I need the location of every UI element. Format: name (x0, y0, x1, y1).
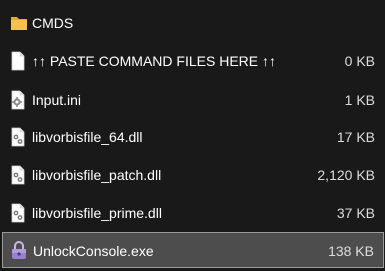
file-row-libvorbisfile-patch-dll[interactable]: libvorbisfile_patch.dll 2,120 KB (0, 157, 385, 193)
settings-document-icon (10, 90, 26, 110)
file-row-unlockconsole-exe[interactable]: UnlockConsole.exe 138 KB (2, 232, 384, 268)
folder-icon (10, 13, 27, 33)
file-size: 138 KB (328, 243, 374, 259)
blank-document-icon (10, 51, 26, 71)
file-name: libvorbisfile_prime.dll (32, 205, 162, 221)
file-row-paste-command-files[interactable]: ↑↑ PASTE COMMAND FILES HERE ↑↑ 0 KB (0, 43, 385, 79)
file-list: CMDS ↑↑ PASTE COMMAND FILES HERE ↑↑ 0 KB (0, 0, 385, 271)
file-row-input-ini[interactable]: Input.ini 1 KB (0, 82, 385, 118)
file-size: 37 KB (336, 205, 375, 221)
file-size: 0 KB (344, 53, 375, 69)
file-name: libvorbisfile_64.dll (32, 129, 143, 145)
file-row-libvorbisfile-64-dll[interactable]: libvorbisfile_64.dll 17 KB (0, 119, 385, 155)
file-name: libvorbisfile_patch.dll (32, 167, 162, 183)
dll-gear-document-icon (10, 127, 26, 147)
lock-app-icon (10, 240, 26, 260)
file-size: 2,120 KB (317, 167, 375, 183)
file-name: UnlockConsole.exe (33, 243, 154, 259)
file-size: 1 KB (344, 92, 375, 108)
file-size: 17 KB (336, 129, 375, 145)
file-row-libvorbisfile-prime-dll[interactable]: libvorbisfile_prime.dll 37 KB (0, 195, 385, 231)
file-name: Input.ini (32, 92, 82, 108)
file-name: ↑↑ PASTE COMMAND FILES HERE ↑↑ (32, 53, 276, 69)
dll-gear-document-icon (10, 203, 26, 223)
dll-gear-document-icon (10, 165, 26, 185)
file-row-cmds[interactable]: CMDS (0, 5, 385, 41)
file-name: CMDS (32, 15, 74, 31)
